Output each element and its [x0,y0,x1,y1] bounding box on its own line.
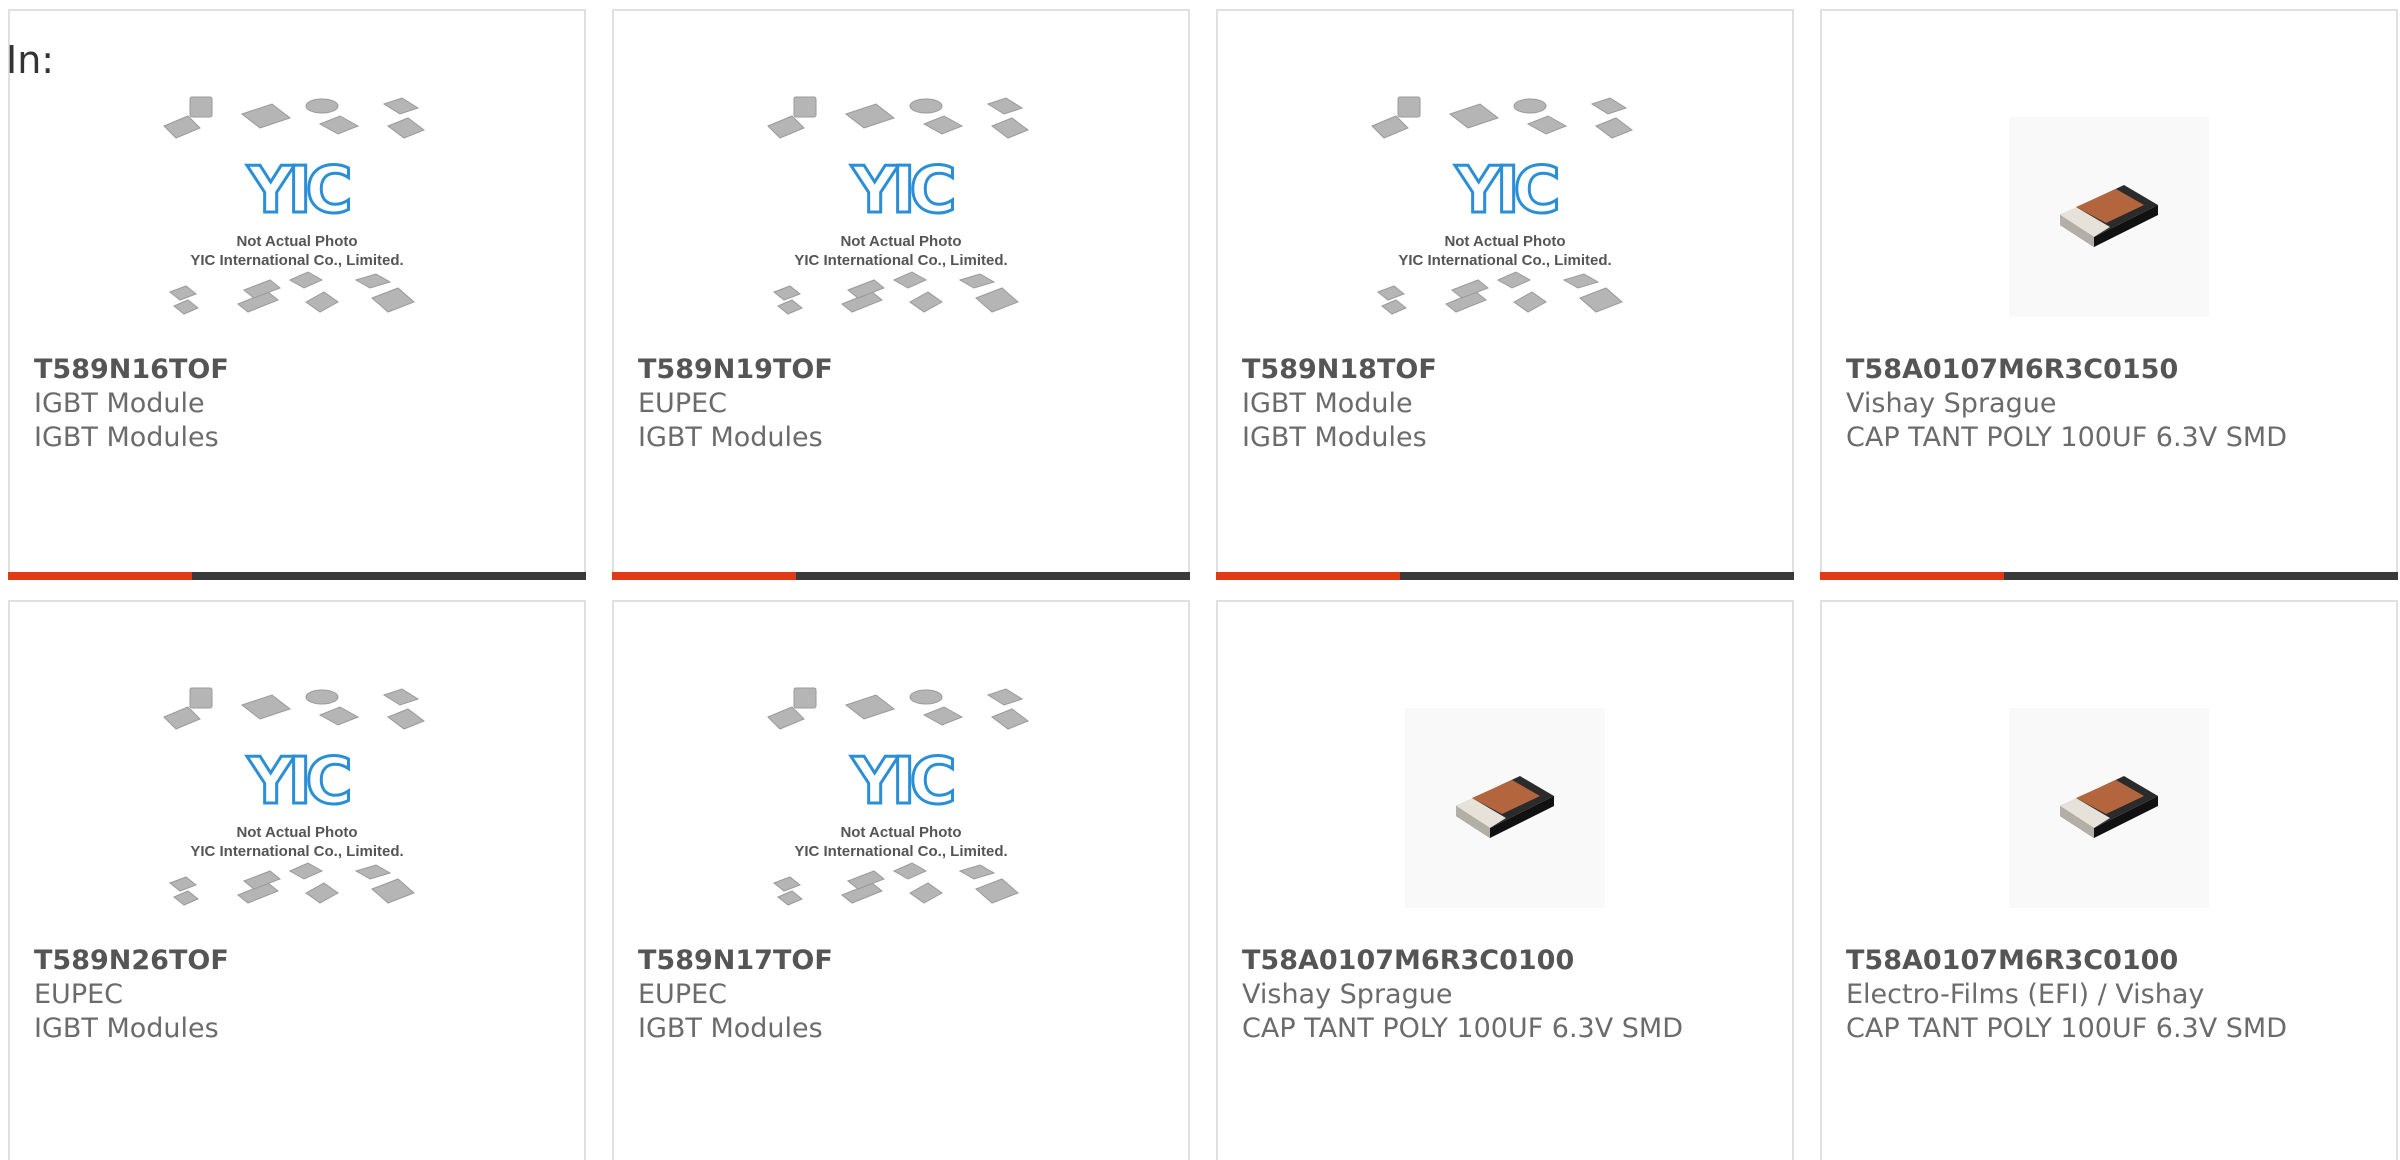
product-card[interactable]: T58A0107M6R3C0100 Vishay Sprague CAP TAN… [1216,600,1794,1160]
smd-capacitor-icon [1456,776,1554,838]
smd-capacitor-icon [2060,185,2158,247]
placeholder-note: Not Actual Photo YIC International Co., … [190,824,404,860]
product-info: T589N17TOF EUPEC IGBT Modules [638,944,1178,1046]
product-info: T589N26TOF EUPEC IGBT Modules [34,944,574,1046]
part-number[interactable]: T589N18TOF [1242,353,1782,387]
product-image[interactable]: YIC Not Actual Photo YIC International C… [614,672,1188,944]
product-info: T58A0107M6R3C0150 Vishay Sprague CAP TAN… [1846,353,2386,455]
not-actual-photo-placeholder: YIC Not Actual Photo YIC International C… [162,683,432,933]
description: IGBT Modules [1242,422,1427,453]
product-image[interactable]: YIC Not Actual Photo YIC International C… [1218,81,1792,353]
card-bottom-bar [612,572,1190,580]
product-image[interactable] [1218,672,1792,944]
yic-logo-icon: YIC [246,153,354,230]
product-image[interactable] [1822,81,2396,353]
part-number[interactable]: T589N17TOF [638,944,1178,978]
part-number[interactable]: T589N16TOF [34,353,574,387]
manufacturer: IGBT Module [1242,388,1413,419]
product-card[interactable]: YIC Not Actual Photo YIC International C… [8,600,586,1160]
not-actual-photo-placeholder: YIC Not Actual Photo YIC International C… [766,683,1036,933]
product-image[interactable]: YIC Not Actual Photo YIC International C… [10,672,584,944]
product-card[interactable]: T58A0107M6R3C0100 Electro-Films (EFI) / … [1820,600,2398,1160]
manufacturer: Vishay Sprague [1846,388,2057,419]
product-info: T58A0107M6R3C0100 Vishay Sprague CAP TAN… [1242,944,1782,1046]
not-actual-photo-placeholder: YIC Not Actual Photo YIC International C… [766,92,1036,342]
product-info: T589N19TOF EUPEC IGBT Modules [638,353,1178,455]
card-bottom-bar [1216,572,1794,580]
placeholder-note: Not Actual Photo YIC International Co., … [794,233,1008,269]
description: CAP TANT POLY 100UF 6.3V SMD [1846,422,2288,453]
description: IGBT Modules [638,1013,823,1044]
part-number[interactable]: T589N26TOF [34,944,574,978]
description: IGBT Modules [638,422,823,453]
description: IGBT Modules [34,422,219,453]
product-info: T589N16TOF IGBT Module IGBT Modules [34,353,574,455]
card-accent-bar [612,572,796,580]
description: IGBT Modules [34,1013,219,1044]
product-grid: YIC Not Actual Photo YIC International C… [0,0,2400,1160]
yic-logo-icon: YIC [1454,153,1562,230]
placeholder-note: Not Actual Photo YIC International Co., … [190,233,404,269]
part-number[interactable]: T58A0107M6R3C0100 [1846,944,2386,978]
smd-capacitor-photo [1405,708,1605,908]
part-number[interactable]: T589N19TOF [638,353,1178,387]
description: CAP TANT POLY 100UF 6.3V SMD [1846,1013,2288,1044]
not-actual-photo-placeholder: YIC Not Actual Photo YIC International C… [1370,92,1640,342]
card-accent-bar [1820,572,2004,580]
filter-label: In: [6,38,55,82]
manufacturer: Vishay Sprague [1242,979,1453,1010]
manufacturer: EUPEC [638,979,728,1010]
product-info: T589N18TOF IGBT Module IGBT Modules [1242,353,1782,455]
manufacturer: EUPEC [34,979,124,1010]
yic-logo-icon: YIC [850,153,958,230]
not-actual-photo-placeholder: YIC Not Actual Photo YIC International C… [162,92,432,342]
smd-capacitor-icon [2060,776,2158,838]
product-image[interactable] [1822,672,2396,944]
product-card[interactable]: YIC Not Actual Photo YIC International C… [612,600,1190,1160]
product-card[interactable]: YIC Not Actual Photo YIC International C… [612,9,1190,580]
manufacturer: IGBT Module [34,388,205,419]
product-card[interactable]: YIC Not Actual Photo YIC International C… [8,9,586,580]
smd-capacitor-photo [2009,708,2209,908]
part-number[interactable]: T58A0107M6R3C0150 [1846,353,2386,387]
card-accent-bar [1216,572,1400,580]
manufacturer: Electro-Films (EFI) / Vishay [1846,979,2205,1010]
card-bottom-bar [1820,572,2398,580]
card-bottom-bar [8,572,586,580]
manufacturer: EUPEC [638,388,728,419]
smd-capacitor-photo [2009,117,2209,317]
placeholder-note: Not Actual Photo YIC International Co., … [1398,233,1612,269]
yic-logo-icon: YIC [850,744,958,821]
description: CAP TANT POLY 100UF 6.3V SMD [1242,1013,1684,1044]
product-info: T58A0107M6R3C0100 Electro-Films (EFI) / … [1846,944,2386,1046]
card-accent-bar [8,572,192,580]
product-image[interactable]: YIC Not Actual Photo YIC International C… [614,81,1188,353]
product-card[interactable]: YIC Not Actual Photo YIC International C… [1216,9,1794,580]
part-number[interactable]: T58A0107M6R3C0100 [1242,944,1782,978]
product-image[interactable]: YIC Not Actual Photo YIC International C… [10,81,584,353]
placeholder-note: Not Actual Photo YIC International Co., … [794,824,1008,860]
yic-logo-icon: YIC [246,744,354,821]
product-card[interactable]: T58A0107M6R3C0150 Vishay Sprague CAP TAN… [1820,9,2398,580]
